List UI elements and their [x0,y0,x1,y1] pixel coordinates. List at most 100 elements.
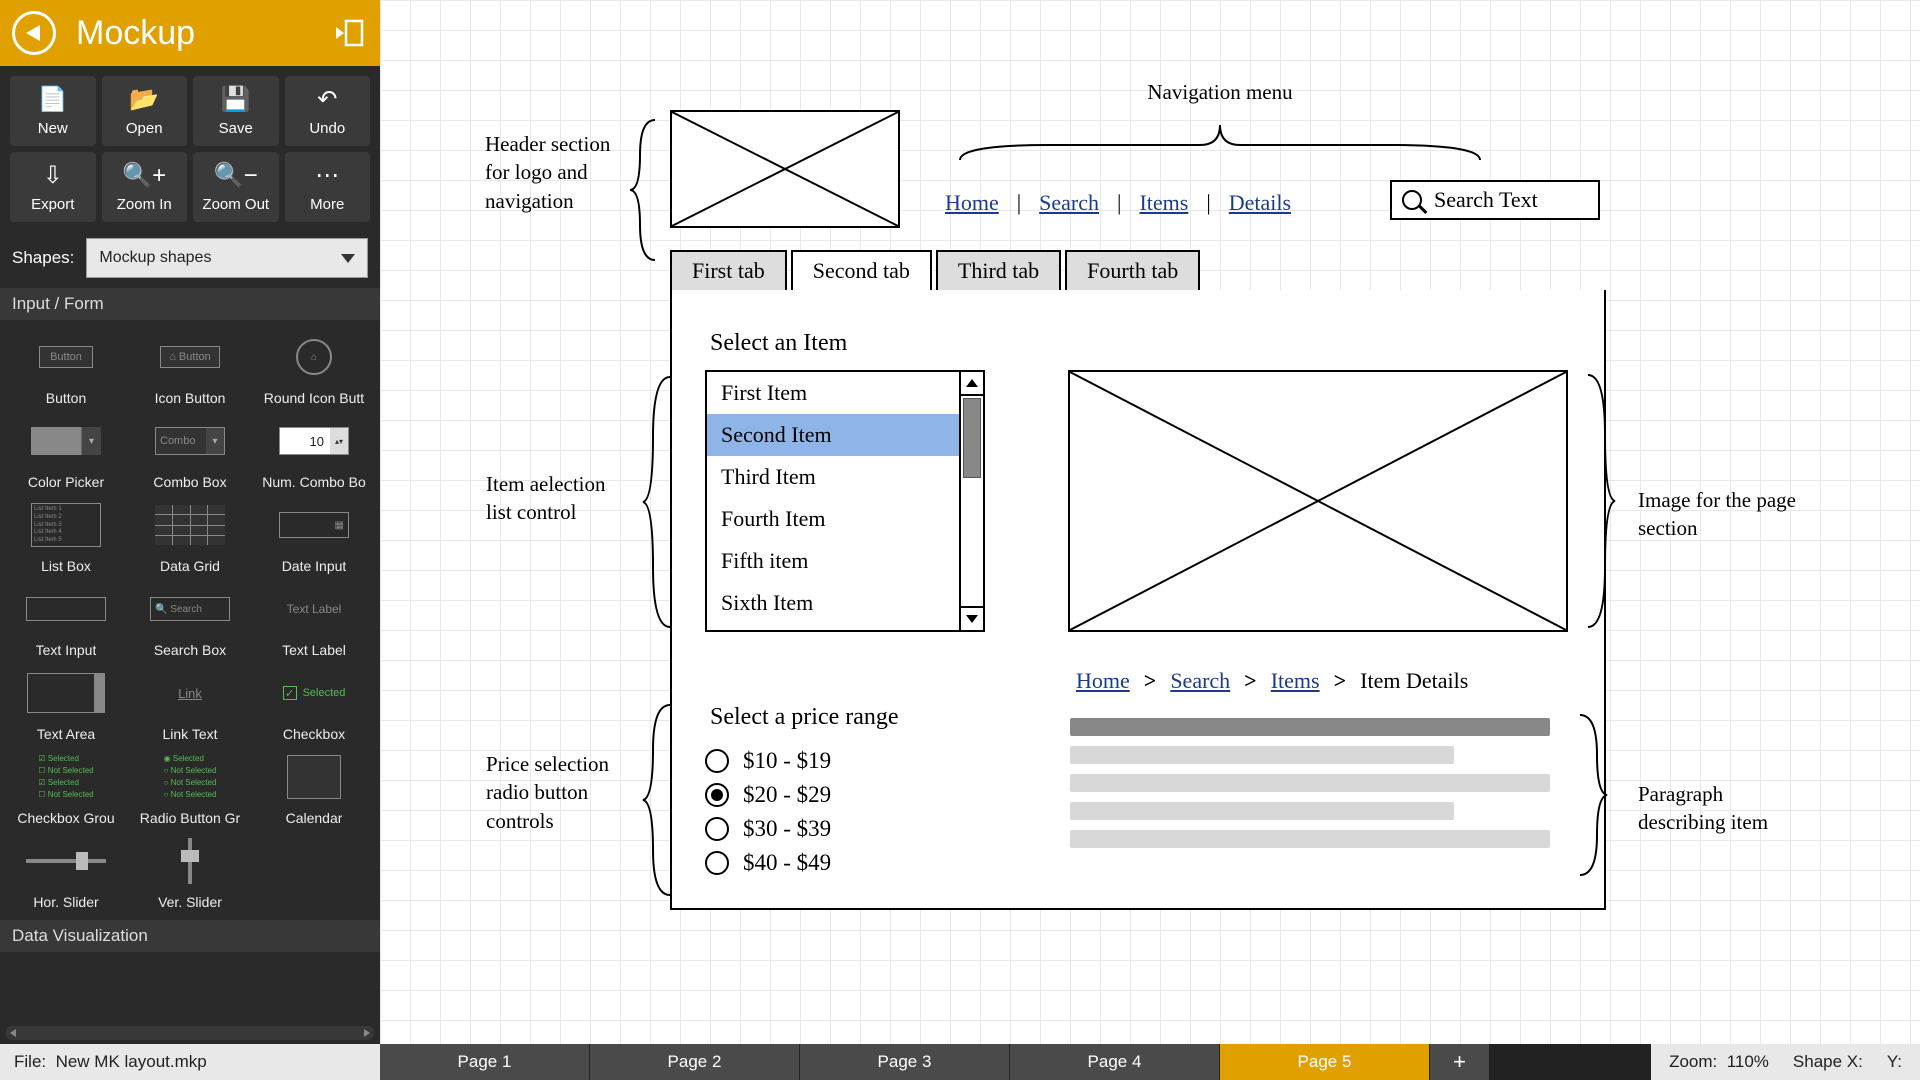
shape-link-text[interactable]: LinkLink Text [130,666,250,742]
breadcrumb-link[interactable]: Home [1076,668,1130,694]
canvas[interactable]: Header section for logo and navigation N… [380,0,1920,1044]
shape-label: Text Input [36,642,97,658]
nav-link-details[interactable]: Details [1229,190,1291,216]
shape-thumb: Button [16,330,116,384]
file-name: New MK layout.mkp [56,1052,207,1072]
page-tab-4[interactable]: Page 5 [1220,1044,1430,1080]
list-item[interactable]: Sixth Item [707,582,959,624]
scroll-up-icon[interactable] [961,372,983,396]
list-item[interactable]: First Item [707,372,959,414]
shape-label: Icon Button [155,390,226,406]
tab-2[interactable]: Third tab [936,250,1061,292]
page-tab-1[interactable]: Page 2 [590,1044,800,1080]
nav-link-home[interactable]: Home [945,190,999,216]
shape-list-box[interactable]: List Item 1List Item 2List Item 3List It… [6,498,126,574]
shape-button[interactable]: Button Button [6,330,126,406]
toolbar-export-button[interactable]: ⇩ Export [10,152,96,222]
shape-label: Button [46,390,86,406]
shape-label: Checkbox [283,726,345,742]
shape-num-combo-bo[interactable]: 10▴▾Num. Combo Bo [254,414,374,490]
shape-checkbox[interactable]: ✓SelectedCheckbox [254,666,374,742]
toolbar-new-button[interactable]: 📄New [10,76,96,146]
nav-separator: | [1017,190,1021,216]
shape-ver-slider[interactable]: Ver. Slider [130,834,250,910]
app-title: Mockup [76,14,328,53]
logo-placeholder[interactable] [670,110,900,228]
price-label: $10 - $19 [743,748,831,774]
nav-link-search[interactable]: Search [1039,190,1099,216]
price-option[interactable]: $20 - $29 [705,782,831,808]
breadcrumb-link[interactable]: Search [1170,668,1230,694]
page-tab-3[interactable]: Page 4 [1010,1044,1220,1080]
shape-thumb: List Item 1List Item 2List Item 3List It… [16,498,116,552]
collapse-sidebar-button[interactable] [328,19,368,47]
tab-3[interactable]: Fourth tab [1065,250,1200,292]
undo-icon: ↶ [317,86,337,114]
shape-label: Color Picker [28,474,104,490]
toolbar-label: Export [31,196,74,213]
shape-label: Text Label [282,642,346,658]
shape-checkbox-grou[interactable]: ☑ Selected☐ Not Selected☑ Selected☐ Not … [6,750,126,826]
back-button[interactable] [12,11,56,55]
annotation-price: Price selection radio button controls [486,750,626,835]
toolbar-zoom-out-button[interactable]: 🔍−Zoom Out [193,152,279,222]
chevron-right-icon: > [1144,668,1157,694]
tab-1[interactable]: Second tab [791,250,932,292]
price-option[interactable]: $40 - $49 [705,850,831,876]
brace-top-icon [950,115,1490,165]
radio-icon [705,851,729,875]
shape-thumb: ▾ [16,414,116,468]
list-item[interactable]: Fifth item [707,540,959,582]
shape-combo-box[interactable]: Combo▾Combo Box [130,414,250,490]
nav-link-items[interactable]: Items [1139,190,1188,216]
item-listbox[interactable]: First ItemSecond ItemThird ItemFourth It… [705,370,985,632]
price-title: Select a price range [710,704,899,731]
shape-search-box[interactable]: 🔍 SearchSearch Box [130,582,250,658]
scroll-down-icon[interactable] [961,606,983,630]
item-image-placeholder[interactable] [1068,370,1568,632]
list-item[interactable]: Fourth Item [707,498,959,540]
sidebar-scrollbar[interactable] [6,1026,374,1040]
price-option[interactable]: $30 - $39 [705,816,831,842]
shape-date-input[interactable]: ▦Date Input [254,498,374,574]
select-item-title: Select an Item [710,330,847,357]
brace-price-icon [638,700,680,900]
list-item[interactable]: Second Item [707,414,959,456]
toolbar-save-button[interactable]: 💾Save [193,76,279,146]
price-option[interactable]: $10 - $19 [705,748,831,774]
toolbar-open-button[interactable]: 📂Open [102,76,188,146]
shapes-dropdown[interactable]: Mockup shapes [86,238,368,278]
export-icon: ⇩ [43,162,63,190]
status-bar: File: New MK layout.mkp Page 1Page 2Page… [0,1044,1920,1080]
shape-calendar[interactable]: Calendar [254,750,374,826]
toolbar-more-button[interactable]: ⋯More [285,152,371,222]
shape-thumb: 🔍 Search [140,582,240,636]
shape-data-grid[interactable]: Data Grid [130,498,250,574]
shape-color-picker[interactable]: ▾ Color Picker [6,414,126,490]
page-tab-2[interactable]: Page 3 [800,1044,1010,1080]
price-label: $40 - $49 [743,850,831,876]
breadcrumb-current: Item Details [1360,668,1468,694]
list-item[interactable]: Third Item [707,456,959,498]
page-tab-0[interactable]: Page 1 [380,1044,590,1080]
shape-text-label[interactable]: Text LabelText Label [254,582,374,658]
shape-thumb [16,834,116,888]
shape-icon-button[interactable]: ⌂ ButtonIcon Button [130,330,250,406]
shape-label: Hor. Slider [33,894,98,910]
scroll-thumb[interactable] [963,398,981,478]
add-page-button[interactable]: + [1430,1044,1490,1080]
shape-radio-button-gr[interactable]: ◉ Selected○ Not Selected○ Not Selected○ … [130,750,250,826]
search-icon [1402,190,1422,210]
shape-text-input[interactable]: Text Input [6,582,126,658]
breadcrumb-link[interactable]: Items [1271,668,1320,694]
toolbar-zoom-in-button[interactable]: 🔍+Zoom In [102,152,188,222]
shape-hor-slider[interactable]: Hor. Slider [6,834,126,910]
search-box[interactable]: Search Text [1390,180,1600,220]
tab-0[interactable]: First tab [670,250,787,292]
shape-round-icon-butt[interactable]: ⌂Round Icon Butt [254,330,374,406]
toolbar-undo-button[interactable]: ↶Undo [285,76,371,146]
listbox-scrollbar[interactable] [959,372,983,630]
new-icon: 📄 [38,86,68,114]
shape-thumb: Link [140,666,240,720]
shape-text-area[interactable]: Text Area [6,666,126,742]
